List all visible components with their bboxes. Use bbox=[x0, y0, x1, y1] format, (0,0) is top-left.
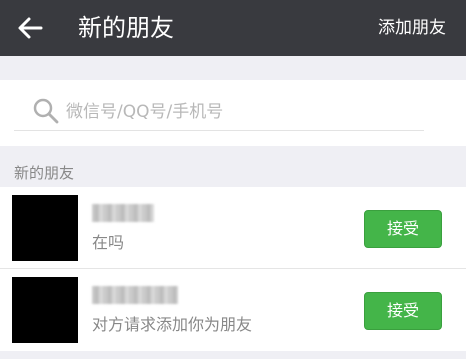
friend-request-list: 在吗 接受 对方请求添加你为朋友 接受 bbox=[0, 187, 466, 351]
avatar[interactable] bbox=[12, 277, 78, 343]
search-input[interactable] bbox=[66, 98, 426, 126]
top-bar: 新的朋友 添加朋友 bbox=[0, 0, 466, 56]
page-title: 新的朋友 bbox=[78, 14, 174, 42]
blurred-name bbox=[92, 204, 154, 222]
avatar[interactable] bbox=[12, 195, 78, 261]
friend-request-row[interactable]: 对方请求添加你为朋友 接受 bbox=[0, 269, 466, 351]
search-underline bbox=[14, 130, 424, 131]
accept-button[interactable]: 接受 bbox=[364, 210, 442, 248]
search-icon bbox=[33, 98, 59, 124]
section-label: 新的朋友 bbox=[14, 164, 75, 182]
search-bar bbox=[0, 80, 466, 146]
add-friend-button[interactable]: 添加朋友 bbox=[378, 16, 446, 40]
friend-request-row[interactable]: 在吗 接受 bbox=[0, 187, 466, 269]
accept-button[interactable]: 接受 bbox=[364, 292, 442, 330]
back-arrow-icon[interactable] bbox=[16, 14, 44, 42]
blurred-name bbox=[92, 286, 178, 304]
request-message: 在吗 bbox=[92, 233, 125, 252]
request-message: 对方请求添加你为朋友 bbox=[92, 315, 253, 334]
